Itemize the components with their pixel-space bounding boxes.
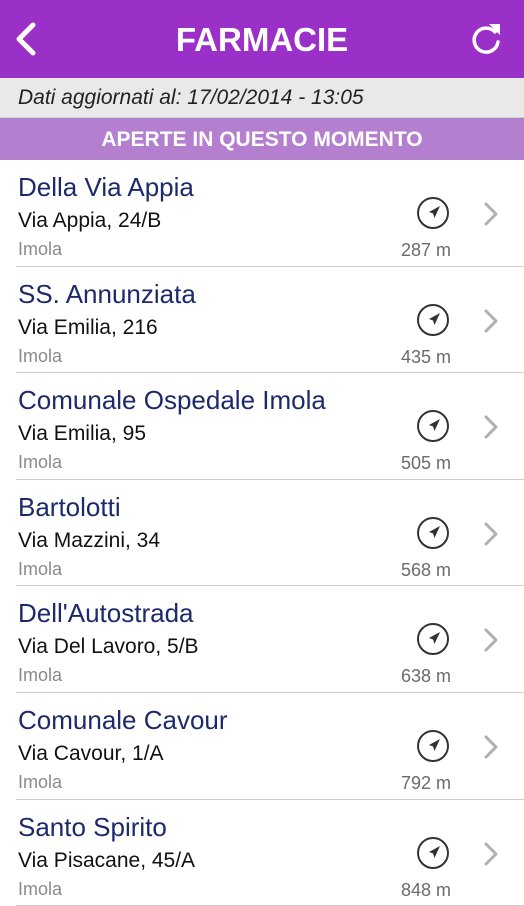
pharmacy-address: Via Pisacane, 45/A (18, 848, 196, 872)
pharmacy-address: Via Emilia, 95 (18, 422, 147, 446)
section-header: APERTE IN QUESTO MOMENTO (0, 118, 524, 160)
pharmacy-list-item[interactable]: Comunale Ospedale Imola Via Emilia, 95 Imo… (0, 373, 524, 480)
refresh-icon (472, 24, 500, 54)
chevron-right-icon (482, 840, 500, 868)
pharmacy-distance: 505 m (400, 453, 451, 474)
chevron-right-icon (482, 307, 500, 335)
pharmacy-name: Comunale Ospedale Imola (18, 385, 326, 416)
pharmacy-city: Imola (18, 345, 63, 366)
pharmacy-city: Imola (18, 771, 63, 792)
pharmacy-list-item[interactable]: Santo Spirito Via Pisacane, 45/A Imola 848 … (0, 800, 524, 906)
pharmacy-name: SS. Annunziata (18, 278, 196, 309)
navigation-icon[interactable] (416, 196, 450, 230)
pharmacy-list: Della Via Appia Via Appia, 24/B Imola 287 m… (0, 160, 524, 906)
pharmacy-address: Via Cavour, 1/A (18, 741, 164, 765)
pharmacy-address: Via Appia, 24/B (18, 209, 162, 232)
pharmacy-distance: 435 m (400, 346, 451, 367)
page-title: FARMACIE (175, 21, 349, 58)
pharmacy-address: Via Mazzini, 34 (18, 528, 161, 552)
pharmacy-name: Comunale Cavour (18, 704, 228, 735)
pharmacy-city: Imola (18, 558, 63, 579)
chevron-right-icon (482, 413, 500, 441)
navigation-icon[interactable] (416, 729, 450, 763)
chevron-right-icon (482, 200, 500, 228)
chevron-right-icon (482, 626, 500, 654)
pharmacy-name: Santo Spirito (18, 811, 167, 842)
pharmacy-name: Dell'Autostrada (18, 598, 194, 629)
pharmacy-list-item[interactable]: Dell'Autostrada Via Del Lavoro, 5/B Imola 6… (0, 586, 524, 693)
last-updated-bar: Dati aggiornati al: 17/02/2014 - 13:05 (0, 78, 524, 118)
pharmacy-city: Imola (18, 239, 63, 259)
navigation-icon[interactable] (416, 409, 450, 443)
pharmacy-distance: 848 m (400, 879, 451, 900)
navigation-icon[interactable] (416, 622, 450, 656)
navigation-icon[interactable] (416, 836, 450, 870)
pharmacy-list-item[interactable]: Bartolotti Via Mazzini, 34 Imola 568 m (0, 480, 524, 587)
chevron-right-icon (482, 520, 500, 548)
pharmacy-distance: 638 m (400, 666, 451, 687)
app-header: FARMACIE (0, 0, 524, 78)
navigation-icon[interactable] (416, 303, 450, 337)
navigation-icon[interactable] (416, 516, 450, 550)
pharmacy-name: Della Via Appia (18, 172, 194, 202)
pharmacy-address: Via Del Lavoro, 5/B (18, 635, 199, 659)
pharmacy-name: Bartolotti (18, 491, 121, 522)
pharmacy-list-item[interactable]: Della Via Appia Via Appia, 24/B Imola 287 m (0, 160, 524, 267)
pharmacy-distance: 792 m (400, 772, 451, 793)
pharmacy-city: Imola (18, 878, 63, 899)
last-updated-text: Dati aggiornati al: 17/02/2014 - 13:05 (18, 86, 364, 109)
pharmacy-list-item[interactable]: Comunale Cavour Via Cavour, 1/A Imola 792 m (0, 693, 524, 800)
pharmacy-city: Imola (18, 452, 63, 473)
chevron-right-icon (482, 733, 500, 761)
pharmacy-distance: 287 m (400, 240, 451, 260)
pharmacy-address: Via Emilia, 216 (18, 315, 158, 339)
section-header-label: APERTE IN QUESTO MOMENTO (101, 128, 423, 151)
pharmacy-distance: 568 m (400, 559, 451, 580)
pharmacy-list-item[interactable]: SS. Annunziata Via Emilia, 216 Imola 435 m (0, 267, 524, 374)
refresh-button[interactable] (466, 18, 506, 60)
pharmacy-city: Imola (18, 665, 63, 686)
